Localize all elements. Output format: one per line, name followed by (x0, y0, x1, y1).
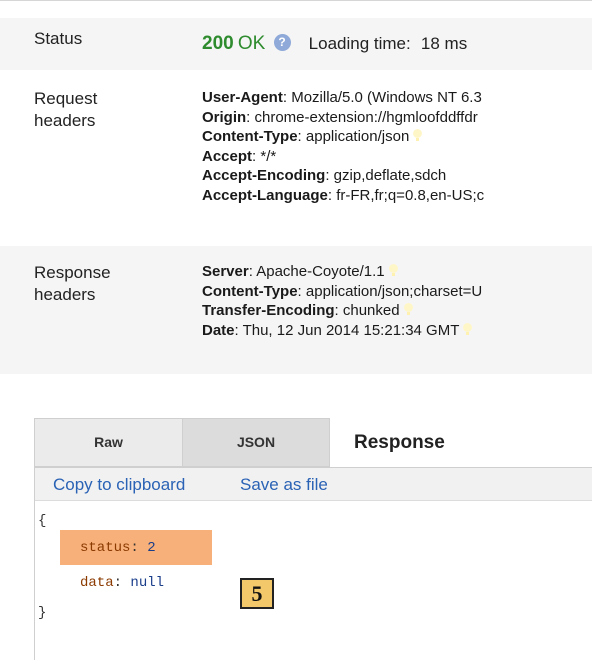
lightbulb-icon[interactable] (403, 303, 413, 316)
json-key: status (80, 540, 131, 556)
lightbulb-icon[interactable] (413, 129, 423, 142)
response-headers-label-line1: Response (34, 263, 111, 282)
top-border (0, 0, 592, 1)
header-name: User-Agent (202, 89, 283, 106)
header-value: : Thu, 12 Jun 2014 15:21:34 GMT (234, 321, 460, 339)
status-text: OK (237, 33, 266, 54)
status-code: 200 (202, 33, 234, 54)
request-header-item: Accept-Language: fr-FR,fr;q=0.8,en-US;c (202, 186, 484, 206)
question-circle-icon[interactable]: ? (273, 34, 291, 51)
response-headers-label: Response headers (34, 262, 111, 306)
request-header-item: User-Agent: Mozilla/5.0 (Windows NT 6.3 (202, 88, 484, 108)
header-name: Content-Type (202, 128, 298, 145)
json-value: null (130, 575, 165, 591)
request-header-item: Accept-Encoding: gzip,deflate,sdch (202, 166, 484, 186)
status-value: 200 OK ? Loading time: 18 ms (202, 32, 467, 57)
json-close-brace: } (38, 605, 47, 621)
header-name: Server (202, 263, 249, 280)
response-header-item: Date: Thu, 12 Jun 2014 15:21:34 GMT (202, 321, 482, 341)
status-label: Status (34, 29, 83, 48)
header-name: Accept (202, 147, 253, 165)
header-name: Content-Type (202, 282, 298, 300)
request-headers-label: Request headers (34, 88, 97, 132)
header-value: : chunked (334, 302, 400, 319)
loading-time-value: 18 ms (420, 34, 468, 53)
annotation-badge: 5 (240, 578, 274, 609)
request-header-item: Origin: chrome-extension://hgmloofddffdr (202, 108, 484, 128)
tab-json[interactable]: JSON (182, 418, 330, 467)
save-as-file-link[interactable]: Save as file (240, 474, 328, 496)
request-header-item: Content-Type: application/json (202, 127, 484, 147)
request-header-item: Accept: */* (202, 147, 484, 167)
json-key: data (80, 575, 114, 591)
json-value: 2 (147, 540, 156, 556)
json-data-line: data: null (80, 575, 165, 591)
lightbulb-icon[interactable] (388, 264, 398, 277)
header-name: Origin (202, 108, 247, 126)
header-value: : Mozilla/5.0 (Windows NT 6.3 (282, 89, 482, 106)
request-headers-label-line1: Request (34, 89, 98, 108)
header-value: : fr-FR,fr;q=0.8,en-US;c (327, 186, 485, 204)
header-name: Accept-Language (202, 186, 328, 204)
response-title: Response (354, 432, 445, 453)
header-value: : gzip,deflate,sdch (325, 167, 447, 184)
response-tab-bar: Raw JSON Response (34, 418, 592, 467)
response-header-item: Server: Apache-Coyote/1.1 (202, 262, 482, 282)
header-value: : application/json;charset=U (297, 282, 483, 300)
json-status-line: status: 2 (80, 540, 156, 556)
status-row: Status 200 OK ? Loading time: 18 ms (0, 18, 592, 70)
response-header-item: Content-Type: application/json;charset=U (202, 282, 482, 302)
header-value: : application/json (297, 128, 410, 145)
tab-raw[interactable]: Raw (34, 418, 182, 467)
response-headers-label-line2: headers (34, 285, 96, 304)
header-value: : chrome-extension://hgmloofddffdr (246, 108, 478, 126)
request-headers-row: Request headers User-Agent: Mozilla/5.0 … (0, 70, 592, 246)
request-headers-label-line2: headers (34, 111, 96, 130)
header-name: Transfer-Encoding (202, 302, 335, 319)
json-open-brace: { (38, 513, 47, 529)
lightbulb-icon[interactable] (463, 322, 473, 336)
response-headers-row: Response headers Server: Apache-Coyote/1… (0, 246, 592, 374)
header-value: : */* (252, 147, 277, 165)
response-toolbar: Copy to clipboard Save as file (35, 468, 592, 501)
request-headers-list: User-Agent: Mozilla/5.0 (Windows NT 6.3 … (202, 88, 484, 205)
header-value: : Apache-Coyote/1.1 (248, 263, 385, 280)
response-header-item: Transfer-Encoding: chunked (202, 301, 482, 321)
response-headers-list: Server: Apache-Coyote/1.1 Content-Type: … (202, 262, 482, 340)
header-name: Accept-Encoding (202, 167, 326, 184)
header-name: Date (202, 321, 235, 339)
loading-time-label: Loading time: (308, 34, 411, 53)
copy-to-clipboard-link[interactable]: Copy to clipboard (53, 474, 185, 496)
